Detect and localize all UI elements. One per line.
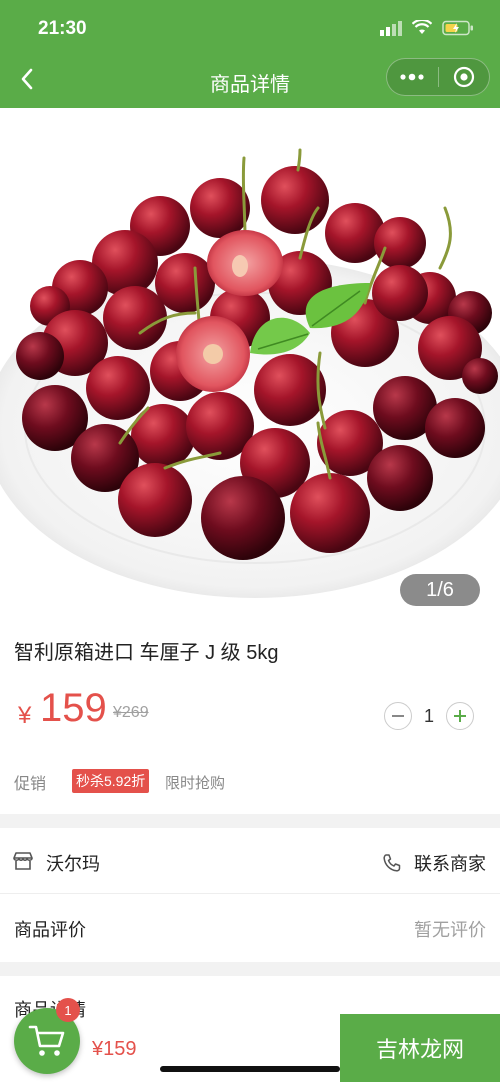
- bottom-total-price: ¥159: [92, 1038, 137, 1060]
- store-icon: [13, 852, 33, 870]
- store-section: 沃尔玛 联系商家 商品评价 暂无评价: [0, 828, 500, 962]
- increase-button[interactable]: [446, 702, 474, 730]
- reviews-label: 商品评价: [14, 920, 86, 940]
- wifi-icon: [412, 20, 432, 34]
- promo-label: 促销: [14, 776, 47, 793]
- close-mini-program-button[interactable]: [438, 58, 489, 96]
- header: 21:30 商品详情: [0, 0, 500, 108]
- status-time: 21:30: [38, 18, 87, 39]
- more-dots-icon: [400, 73, 424, 81]
- home-indicator: [160, 1066, 340, 1072]
- signal-icon: [380, 21, 402, 36]
- target-circle-icon: [453, 66, 474, 88]
- cart-count-badge: 1: [56, 998, 80, 1022]
- price-currency: ¥: [18, 702, 32, 729]
- status-bar: 21:30: [0, 0, 500, 52]
- mini-program-capsule: [386, 58, 490, 96]
- product-name: 智利原箱进口 车厘子 J 级 5kg: [14, 642, 279, 664]
- minus-icon: [392, 715, 404, 717]
- promo-text: 限时抢购: [165, 775, 226, 792]
- promo-badge: 秒杀5.92折: [72, 769, 150, 793]
- contact-seller-label: 联系商家: [414, 854, 486, 874]
- battery-icon: [442, 20, 473, 36]
- more-button[interactable]: [387, 58, 438, 96]
- reviews-value: 暂无评价: [414, 920, 486, 940]
- contact-seller-button[interactable]: 联系商家: [382, 850, 486, 876]
- gallery-page-indicator: 1/6: [400, 574, 480, 606]
- plus-icon: [454, 710, 466, 722]
- reviews-row[interactable]: 商品评价 暂无评价: [0, 894, 500, 960]
- quantity-value[interactable]: 1: [412, 706, 446, 727]
- quantity-stepper: 1: [384, 702, 474, 730]
- cart-icon: [28, 1025, 65, 1056]
- product-info: 智利原箱进口 车厘子 J 级 5kg ¥ 159 ¥269 1 促销 秒杀5.9…: [0, 618, 500, 814]
- original-price: ¥269: [113, 704, 149, 721]
- phone-icon: [383, 854, 401, 872]
- product-price: 159: [40, 686, 107, 730]
- cherries-image: [0, 108, 500, 618]
- add-to-cart-button[interactable]: 吉林龙网: [340, 1014, 500, 1082]
- store-row[interactable]: 沃尔玛 联系商家: [0, 828, 500, 894]
- nav-bar: 商品详情: [0, 52, 500, 108]
- product-image[interactable]: 1/6: [0, 108, 500, 618]
- store-name: 沃尔玛: [46, 854, 100, 874]
- status-icons: [380, 20, 474, 36]
- decrease-button[interactable]: [384, 702, 412, 730]
